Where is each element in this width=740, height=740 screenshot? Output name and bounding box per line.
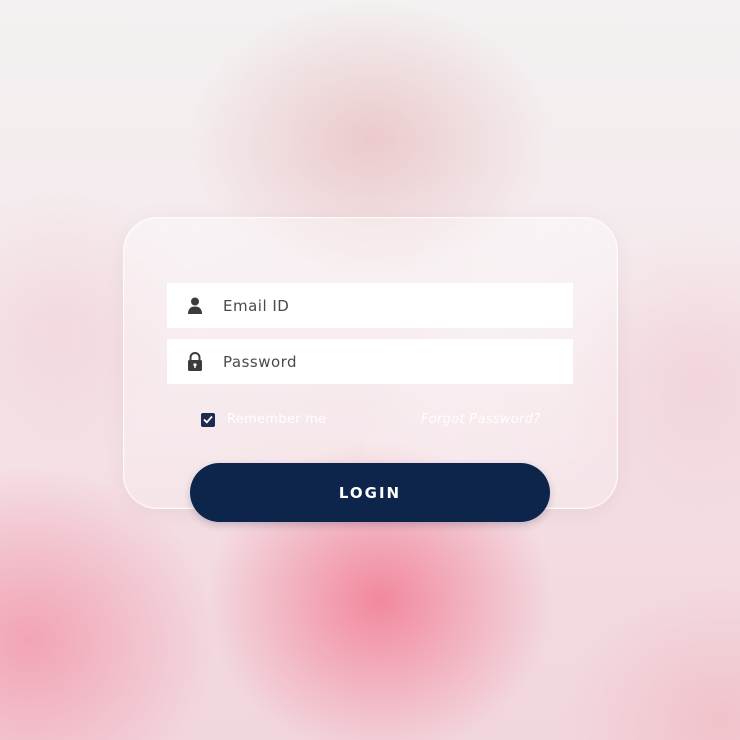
email-field[interactable] <box>167 283 573 328</box>
email-input[interactable] <box>223 290 553 321</box>
login-button[interactable]: LOGIN <box>190 463 550 522</box>
checkmark-icon <box>203 415 213 424</box>
remember-me-checkbox[interactable] <box>201 412 215 427</box>
user-icon <box>167 283 223 328</box>
password-input[interactable] <box>223 346 553 377</box>
lock-icon <box>167 339 223 384</box>
remember-me-toggle[interactable]: Remember me <box>201 412 326 427</box>
forgot-password-link[interactable]: Forgot Password? <box>421 412 540 427</box>
remember-me-label: Remember me <box>227 412 327 427</box>
password-field[interactable] <box>167 339 573 384</box>
